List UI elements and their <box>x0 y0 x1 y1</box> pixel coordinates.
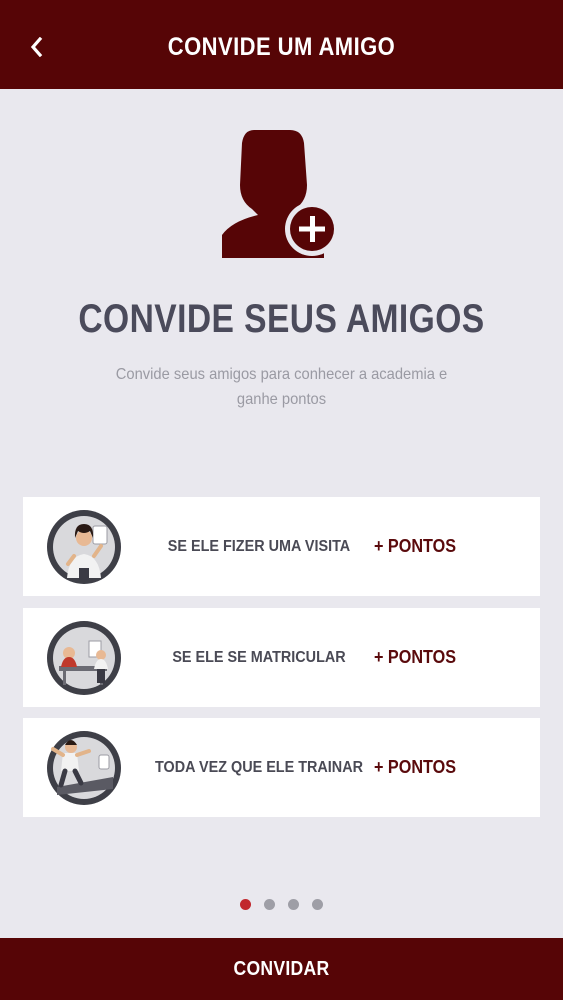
reward-points: + PONTOS <box>373 536 457 556</box>
page-title: CONVIDE UM AMIGO <box>167 33 396 61</box>
reward-label: TODA VEZ QUE ELE TRAINAR <box>154 758 364 776</box>
reward-points: + PONTOS <box>373 647 457 667</box>
header-bar: CONVIDE UM AMIGO <box>0 0 563 89</box>
visit-illustration-icon <box>47 510 121 584</box>
page-dot-3[interactable] <box>288 899 299 910</box>
add-user-icon <box>222 130 339 258</box>
page-indicator <box>0 899 563 910</box>
reward-card-visit: SE ELE FIZER UMA VISITA + PONTOS <box>23 497 540 596</box>
invite-button-label: CONVIDAR <box>233 958 330 980</box>
page-dot-1[interactable] <box>240 899 251 910</box>
reward-label: SE ELE FIZER UMA VISITA <box>167 537 351 555</box>
reward-card-train: TODA VEZ QUE ELE TRAINAR + PONTOS <box>23 718 540 817</box>
page-dot-2[interactable] <box>264 899 275 910</box>
page-dot-4[interactable] <box>312 899 323 910</box>
train-illustration-icon <box>47 731 121 805</box>
reward-label: SE ELE SE MATRICULAR <box>172 648 346 666</box>
reward-card-enroll: SE ELE SE MATRICULAR + PONTOS <box>23 608 540 707</box>
hero-title: CONVIDE SEUS AMIGOS <box>78 297 485 341</box>
invite-button[interactable]: CONVIDAR <box>0 938 563 1000</box>
hero-subtitle: Convide seus amigos para conhecer a acad… <box>115 366 448 408</box>
enroll-illustration-icon <box>47 621 121 695</box>
reward-points: + PONTOS <box>373 757 457 777</box>
